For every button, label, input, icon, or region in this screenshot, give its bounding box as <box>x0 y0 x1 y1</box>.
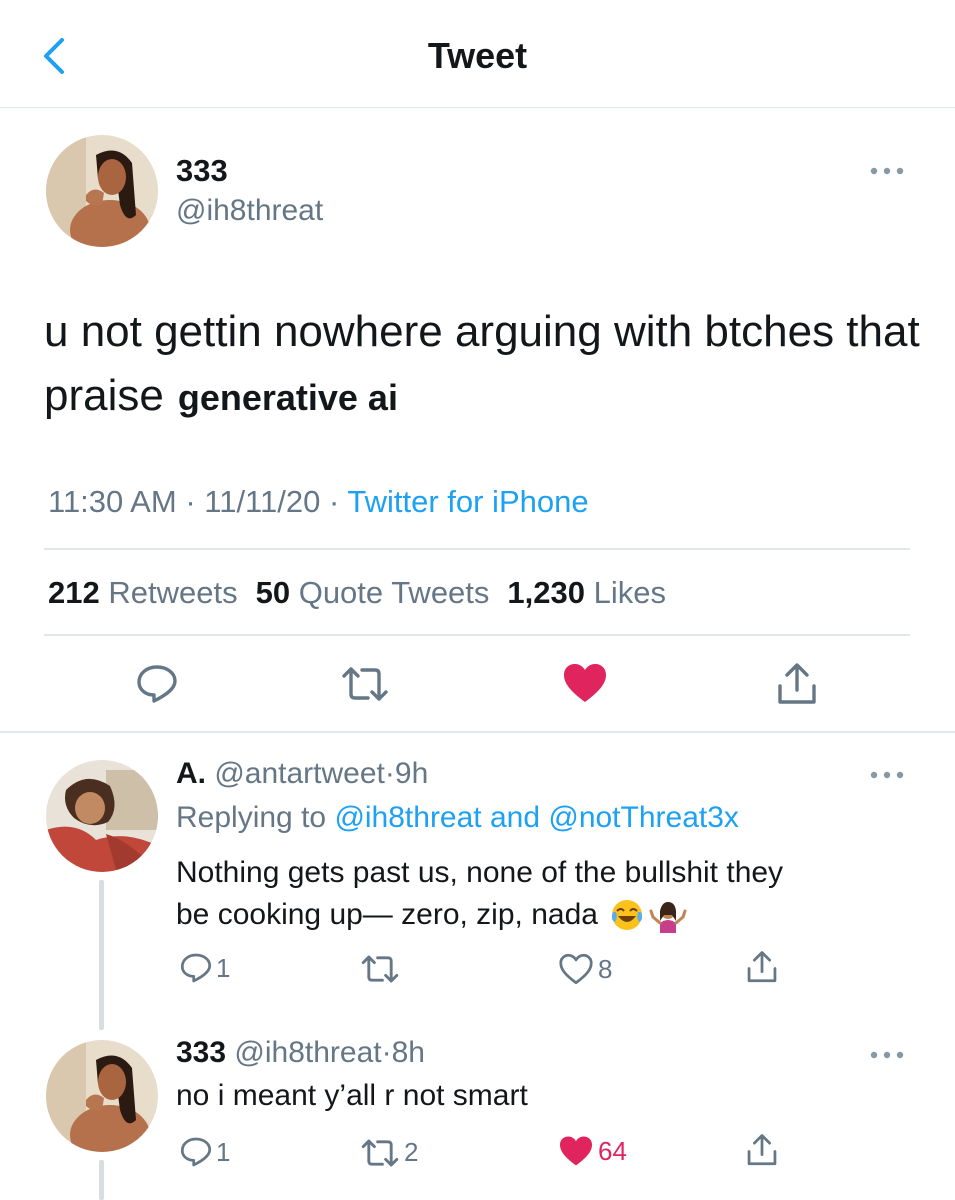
retweets-count: 212 <box>48 575 100 610</box>
quotes-count: 50 <box>255 575 291 610</box>
retweet-icon <box>342 667 388 701</box>
share-button[interactable] <box>746 1133 778 1167</box>
reply-time: 8h <box>391 1036 425 1069</box>
tweet-source-link[interactable]: Twitter for iPhone <box>347 484 588 519</box>
retweet-button[interactable]: 2 <box>360 1137 418 1168</box>
retweet-button[interactable] <box>340 666 390 702</box>
reply-time: 9h <box>394 757 429 790</box>
quotes-stat[interactable]: 50 Quote Tweets <box>256 575 490 610</box>
divider <box>0 731 955 733</box>
reply-text-line: be cooking up— zero, zip, nada <box>176 898 598 931</box>
replying-to: Replying to @ih8threat and @notThreat3x <box>176 798 739 838</box>
more-options-icon[interactable] <box>868 770 908 780</box>
share-button[interactable] <box>746 950 778 984</box>
more-options-icon[interactable] <box>868 166 908 176</box>
meta-separator: · <box>328 484 340 519</box>
retweet-icon <box>361 955 399 983</box>
tweet-body: u not gettin nowhere arguing with btches… <box>44 307 920 420</box>
retweets-stat[interactable]: 212 Retweets <box>48 575 238 610</box>
retweets-label: Retweets <box>108 575 238 610</box>
avatar[interactable] <box>46 135 158 247</box>
share-icon <box>747 951 777 983</box>
retweet-button[interactable] <box>360 954 404 984</box>
tweet-metadata: 11:30 AM · 11/11/20 · Twitter for iPhone <box>48 480 589 524</box>
reply-header: 333 @ih8threat·8h <box>176 1033 425 1073</box>
heart-outline-icon <box>559 953 593 985</box>
reply-count: 1 <box>216 952 231 983</box>
meta-separator: · <box>185 484 196 519</box>
thread-connector <box>99 1160 104 1200</box>
display-name[interactable]: 333 <box>176 153 228 189</box>
reply-count: 1 <box>216 1136 231 1167</box>
avatar[interactable] <box>46 760 158 872</box>
user-handle[interactable]: @antartweet <box>214 757 385 790</box>
divider <box>44 548 910 550</box>
tweet-text: u not gettin nowhere arguing with btches… <box>44 300 924 430</box>
retweet-icon <box>361 1139 399 1166</box>
share-icon <box>778 663 816 704</box>
thread-connector <box>99 880 104 1030</box>
reply-text: no i meant y’all r not smart <box>176 1079 528 1112</box>
like-button[interactable] <box>562 662 608 704</box>
reply-icon <box>180 953 212 983</box>
share-icon <box>747 1134 777 1166</box>
reply-text-line: Nothing gets past us, none of the bullsh… <box>176 856 784 889</box>
tweet-text-overlay: generative ai <box>177 377 398 418</box>
like-count: 64 <box>598 1135 627 1166</box>
tweet-date: 11/11/20 <box>204 484 321 519</box>
display-name[interactable]: 333 <box>176 1036 226 1069</box>
tears-of-joy-emoji <box>610 898 644 932</box>
heart-filled-icon <box>560 1136 592 1166</box>
reply-button[interactable] <box>136 664 178 704</box>
user-handle[interactable]: @ih8threat <box>234 1036 381 1069</box>
replying-to-users-link[interactable]: @ih8threat and @notThreat3x <box>334 801 738 834</box>
retweet-count: 2 <box>404 1137 419 1167</box>
like-button[interactable]: 64 <box>558 1135 627 1167</box>
user-handle[interactable]: @ih8threat <box>176 193 323 229</box>
divider <box>44 634 910 636</box>
meta-separator: · <box>384 757 395 790</box>
top-bar: Tweet <box>0 0 955 108</box>
reply-header: A. @antartweet·9h <box>176 754 428 794</box>
avatar[interactable] <box>46 1040 158 1152</box>
like-count: 8 <box>598 953 613 984</box>
tweet-time: 11:30 AM <box>48 484 177 519</box>
likes-label: Likes <box>593 575 666 610</box>
meta-separator: · <box>381 1036 392 1069</box>
person-shrugging-emoji <box>649 897 687 933</box>
reply-button[interactable]: 1 <box>180 952 230 984</box>
reply-icon <box>137 665 177 703</box>
display-name[interactable]: A. <box>176 757 206 790</box>
share-button[interactable] <box>776 662 818 706</box>
replying-to-label: Replying to <box>176 801 327 834</box>
like-button[interactable]: 8 <box>558 953 612 985</box>
quotes-label: Quote Tweets <box>298 575 490 610</box>
reply-icon <box>180 1137 212 1167</box>
page-title: Tweet <box>427 35 528 76</box>
more-options-icon[interactable] <box>868 1050 908 1060</box>
heart-filled-icon <box>564 664 606 702</box>
likes-stat[interactable]: 1,230 Likes <box>507 575 666 610</box>
reply-button[interactable]: 1 <box>180 1136 230 1168</box>
likes-count: 1,230 <box>507 575 585 610</box>
tweet-stats: 212 Retweets 50 Quote Tweets 1,230 Likes <box>48 571 666 615</box>
reply-text: Nothing gets past us, none of the bullsh… <box>176 852 896 936</box>
